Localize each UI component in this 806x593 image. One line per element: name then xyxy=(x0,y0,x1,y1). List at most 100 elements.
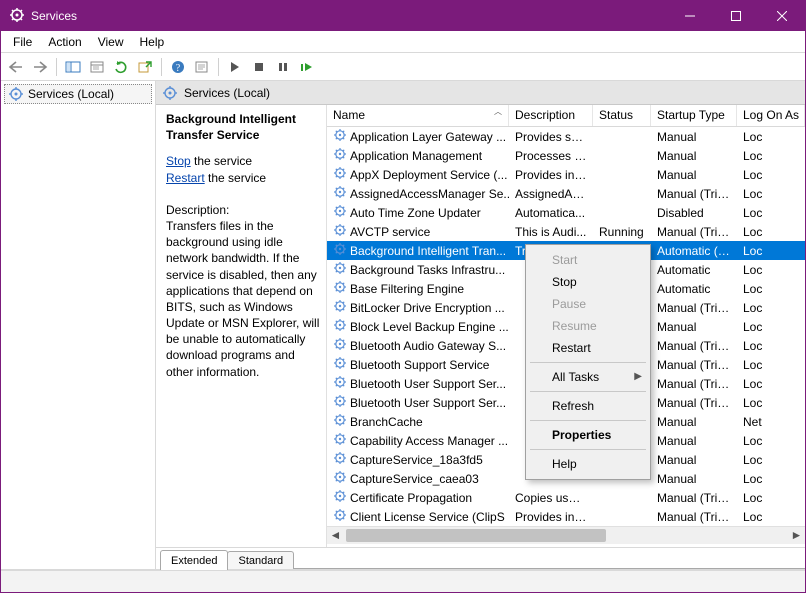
svg-text:?: ? xyxy=(176,63,181,74)
tree-item-services-local[interactable]: Services (Local) xyxy=(4,84,152,104)
cell-logon: Loc xyxy=(737,167,805,183)
toolbar-separator xyxy=(56,58,57,76)
pause-service-button[interactable] xyxy=(272,56,294,78)
ctx-properties[interactable]: Properties xyxy=(528,424,648,446)
cell-logon: Loc xyxy=(737,224,805,240)
cell-logon: Net xyxy=(737,414,805,430)
cell-startup-type: Automatic (D... xyxy=(651,243,737,259)
cell-name: Application Management xyxy=(327,146,509,165)
column-header-status[interactable]: Status xyxy=(593,105,651,126)
context-menu: Start Stop Pause Resume Restart All Task… xyxy=(525,244,651,480)
properties-button[interactable] xyxy=(86,56,108,78)
cell-startup-type: Manual (Trig... xyxy=(651,509,737,525)
submenu-arrow-icon: ▶ xyxy=(634,371,642,382)
tree-pane: Services (Local) xyxy=(1,81,156,569)
cell-logon: Loc xyxy=(737,129,805,145)
help-topics-button[interactable] xyxy=(191,56,213,78)
cell-startup-type: Manual xyxy=(651,129,737,145)
menu-view[interactable]: View xyxy=(90,33,132,51)
ctx-refresh[interactable]: Refresh xyxy=(528,395,648,417)
ctx-all-tasks[interactable]: All Tasks▶ xyxy=(528,366,648,388)
cell-logon: Loc xyxy=(737,262,805,278)
ctx-separator xyxy=(530,420,646,421)
service-name: Certificate Propagation xyxy=(350,491,472,505)
gear-icon xyxy=(8,86,24,102)
gear-icon xyxy=(333,451,347,468)
toolbar-separator xyxy=(161,58,162,76)
help-button[interactable]: ? xyxy=(167,56,189,78)
service-row[interactable]: AssignedAccessManager Se...AssignedAc...… xyxy=(327,184,805,203)
cell-name: Application Layer Gateway ... xyxy=(327,127,509,146)
forward-button[interactable] xyxy=(29,56,51,78)
cell-description: Automatica... xyxy=(509,205,593,221)
scroll-thumb[interactable] xyxy=(346,529,606,542)
gear-icon xyxy=(333,375,347,392)
cell-startup-type: Manual (Trig... xyxy=(651,224,737,240)
start-service-button[interactable] xyxy=(224,56,246,78)
restart-link[interactable]: Restart xyxy=(166,171,205,185)
scroll-track[interactable] xyxy=(344,527,788,544)
gear-icon xyxy=(333,166,347,183)
stop-service-button[interactable] xyxy=(248,56,270,78)
gear-icon xyxy=(333,223,347,240)
gear-icon xyxy=(333,128,347,145)
service-row[interactable]: AVCTP serviceThis is Audi...RunningManua… xyxy=(327,222,805,241)
maximize-button[interactable] xyxy=(713,1,759,31)
horizontal-scrollbar[interactable]: ◄ ► xyxy=(327,526,805,543)
scroll-left-button[interactable]: ◄ xyxy=(327,527,344,544)
services-list: Name︿ Description Status Startup Type Lo… xyxy=(326,105,805,547)
gear-icon xyxy=(333,489,347,506)
gear-icon xyxy=(333,337,347,354)
gear-icon xyxy=(333,394,347,411)
cell-startup-type: Manual (Trig... xyxy=(651,376,737,392)
cell-description: Provides su... xyxy=(509,129,593,145)
menu-action[interactable]: Action xyxy=(40,33,89,51)
ctx-separator xyxy=(530,362,646,363)
ctx-restart[interactable]: Restart xyxy=(528,337,648,359)
export-list-button[interactable] xyxy=(134,56,156,78)
service-row[interactable]: Client License Service (ClipSProvides in… xyxy=(327,507,805,526)
cell-startup-type: Manual (Trig... xyxy=(651,300,737,316)
cell-status xyxy=(593,136,651,138)
cell-logon: Loc xyxy=(737,433,805,449)
ctx-help[interactable]: Help xyxy=(528,453,648,475)
stop-link[interactable]: Stop xyxy=(166,154,191,168)
gear-icon xyxy=(333,508,347,525)
service-name: CaptureService_caea03 xyxy=(350,472,479,486)
restart-service-button[interactable] xyxy=(296,56,318,78)
stop-service-line: Stop the service xyxy=(166,153,320,169)
back-button[interactable] xyxy=(5,56,27,78)
service-name: AssignedAccessManager Se... xyxy=(350,187,509,201)
description-text: Transfers files in the background using … xyxy=(166,218,320,380)
service-row[interactable]: Auto Time Zone UpdaterAutomatica...Disab… xyxy=(327,203,805,222)
menu-help[interactable]: Help xyxy=(132,33,173,51)
cell-logon: Loc xyxy=(737,509,805,525)
minimize-button[interactable] xyxy=(667,1,713,31)
menu-file[interactable]: File xyxy=(5,33,40,51)
column-header-startup-type[interactable]: Startup Type xyxy=(651,105,737,126)
refresh-button[interactable] xyxy=(110,56,132,78)
gear-icon xyxy=(333,185,347,202)
tab-extended[interactable]: Extended xyxy=(160,550,228,570)
column-header-logon[interactable]: Log On As xyxy=(737,105,805,126)
scroll-right-button[interactable]: ► xyxy=(788,527,805,544)
service-row[interactable]: Certificate PropagationCopies user ...Ma… xyxy=(327,488,805,507)
menu-bar: File Action View Help xyxy=(1,31,805,53)
close-button[interactable] xyxy=(759,1,805,31)
cell-name: BitLocker Drive Encryption ... xyxy=(327,298,509,317)
selected-service-title: Background Intelligent Transfer Service xyxy=(166,111,320,143)
sort-indicator-icon: ︿ xyxy=(494,106,502,117)
ctx-start: Start xyxy=(528,249,648,271)
service-row[interactable]: AppX Deployment Service (...Provides inf… xyxy=(327,165,805,184)
service-row[interactable]: Application ManagementProcesses in...Man… xyxy=(327,146,805,165)
cell-name: Background Intelligent Tran... xyxy=(327,241,509,260)
service-row[interactable]: Application Layer Gateway ...Provides su… xyxy=(327,127,805,146)
ctx-stop[interactable]: Stop xyxy=(528,271,648,293)
column-header-name[interactable]: Name︿ xyxy=(327,105,509,126)
column-header-description[interactable]: Description xyxy=(509,105,593,126)
show-hide-tree-button[interactable] xyxy=(62,56,84,78)
cell-logon: Loc xyxy=(737,452,805,468)
services-icon xyxy=(9,7,25,26)
tab-standard[interactable]: Standard xyxy=(227,551,294,569)
cell-name: CaptureService_caea03 xyxy=(327,469,509,488)
